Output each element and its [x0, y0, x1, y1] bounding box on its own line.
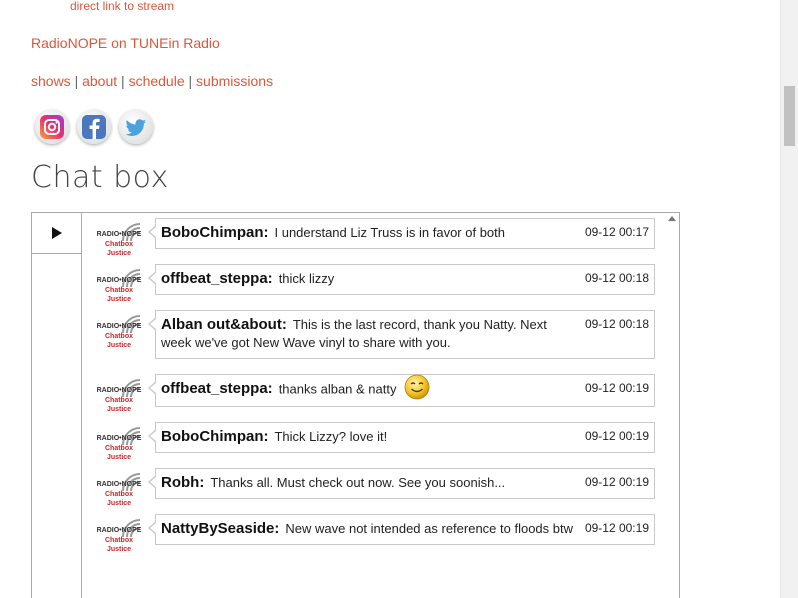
- smiley-icon: [404, 374, 430, 400]
- message-text: New wave not intended as reference to fl…: [285, 521, 574, 536]
- nav-schedule-link[interactable]: schedule: [129, 73, 185, 89]
- nav-shows-link[interactable]: shows: [31, 73, 71, 89]
- message-text: I understand Liz Truss is in favor of bo…: [274, 225, 505, 240]
- chat-message: Chatbox Justice: [82, 213, 665, 215]
- message-bubble: offbeat_steppa: thick lizzy 09-12 00:18: [148, 264, 655, 295]
- direct-stream-link[interactable]: direct link to stream: [70, 0, 174, 13]
- message-bubble: Alban out&about: This is the last record,…: [148, 310, 655, 359]
- nav-separator: |: [74, 73, 79, 89]
- nav-separator: |: [121, 73, 125, 89]
- facebook-icon[interactable]: [77, 110, 111, 144]
- message-username[interactable]: NattyBySeaside:: [161, 520, 279, 537]
- page-scrollbar-thumb[interactable]: [784, 86, 795, 146]
- message-timestamp: 09-12 00:19: [584, 475, 649, 489]
- scroll-up-arrow-icon[interactable]: [668, 216, 676, 221]
- message-username[interactable]: Alban out&about:: [161, 316, 287, 333]
- avatar: RADIO•NOPE Chatbox Justice: [92, 310, 146, 356]
- message-timestamp: 09-12 00:19: [584, 381, 649, 395]
- message-bubble: Robh: Thanks all. Must check out now. See…: [148, 468, 655, 499]
- chat-messages[interactable]: Chatbox Justice RADIO•NOPE Chatbox Justi…: [82, 213, 665, 598]
- chat-message: RADIO•NOPE Chatbox Justice Alban out&abo…: [82, 310, 665, 359]
- chat-box-heading: Chat box: [31, 160, 169, 195]
- message-username[interactable]: offbeat_steppa:: [161, 270, 273, 287]
- message-username[interactable]: Robh:: [161, 474, 204, 491]
- page: direct link to stream RadioNOPE on TUNEi…: [0, 0, 798, 598]
- chat-scrollbar[interactable]: [665, 213, 679, 598]
- chat-message: RADIO•NOPE Chatbox Justice offbeat_stepp…: [82, 374, 665, 413]
- message-username[interactable]: BoboChimpan:: [161, 428, 268, 445]
- message-username[interactable]: offbeat_steppa:: [161, 380, 273, 397]
- message-timestamp: 09-12 00:19: [584, 429, 649, 443]
- chat-message: RADIO•NOPE Chatbox Justice BoboChimpan: T…: [82, 422, 665, 461]
- message-timestamp: 09-12 00:18: [584, 271, 649, 285]
- avatar: Chatbox Justice: [92, 213, 146, 215]
- chat-message: RADIO•NOPE Chatbox Justice BoboChimpan: I…: [82, 218, 665, 257]
- avatar: RADIO•NOPE Chatbox Justice: [92, 468, 146, 514]
- chat-message: RADIO•NOPE Chatbox Justice NattyBySeasid…: [82, 514, 665, 553]
- message-timestamp: 09-12 00:18: [584, 317, 649, 331]
- social-links: [35, 110, 153, 144]
- message-text: thick lizzy: [278, 271, 335, 286]
- message-timestamp: 09-12 00:17: [584, 225, 649, 239]
- chat-message: RADIO•NOPE Chatbox Justice Robh: Thanks a…: [82, 468, 665, 507]
- avatar: RADIO•NOPE Chatbox Justice: [92, 422, 146, 468]
- avatar: RADIO•NOPE Chatbox Justice: [92, 264, 146, 310]
- chat-message: RADIO•NOPE Chatbox Justice offbeat_stepp…: [82, 264, 665, 303]
- chat-sidebar: [32, 213, 82, 598]
- message-bubble: BoboChimpan: Thick Lizzy? love it! 09-12 …: [148, 422, 655, 453]
- message-username[interactable]: BoboChimpan:: [161, 224, 268, 241]
- message-bubble: offbeat_steppa: thanks alban & natty 09-…: [148, 374, 655, 407]
- nav-submissions-link[interactable]: submissions: [196, 73, 273, 89]
- tunein-link[interactable]: RadioNOPE on TUNEin Radio: [31, 35, 220, 51]
- message-bubble: NattyBySeaside: New wave not intended as …: [148, 514, 655, 545]
- instagram-icon[interactable]: [35, 110, 69, 144]
- message-bubble: BoboChimpan: I understand Liz Truss is in…: [148, 218, 655, 249]
- site-nav: shows | about | schedule | submissions: [31, 73, 273, 89]
- message-timestamp: 09-12 00:19: [584, 521, 649, 535]
- page-scrollbar[interactable]: [780, 0, 798, 598]
- message-text: Thick Lizzy? love it!: [274, 429, 388, 444]
- avatar: RADIO•NOPE Chatbox Justice: [92, 218, 146, 264]
- avatar: RADIO•NOPE Chatbox Justice: [92, 514, 146, 560]
- message-text: Thanks all. Must check out now. See you …: [210, 475, 506, 490]
- avatar: RADIO•NOPE Chatbox Justice: [92, 374, 146, 420]
- twitter-icon[interactable]: [119, 110, 153, 144]
- nav-separator: |: [188, 73, 193, 89]
- play-button[interactable]: [32, 213, 81, 254]
- message-text: thanks alban & natty: [278, 381, 397, 397]
- play-icon: [51, 227, 62, 239]
- nav-about-link[interactable]: about: [82, 73, 117, 89]
- chat-box: Chatbox Justice RADIO•NOPE Chatbox Justi…: [31, 212, 680, 598]
